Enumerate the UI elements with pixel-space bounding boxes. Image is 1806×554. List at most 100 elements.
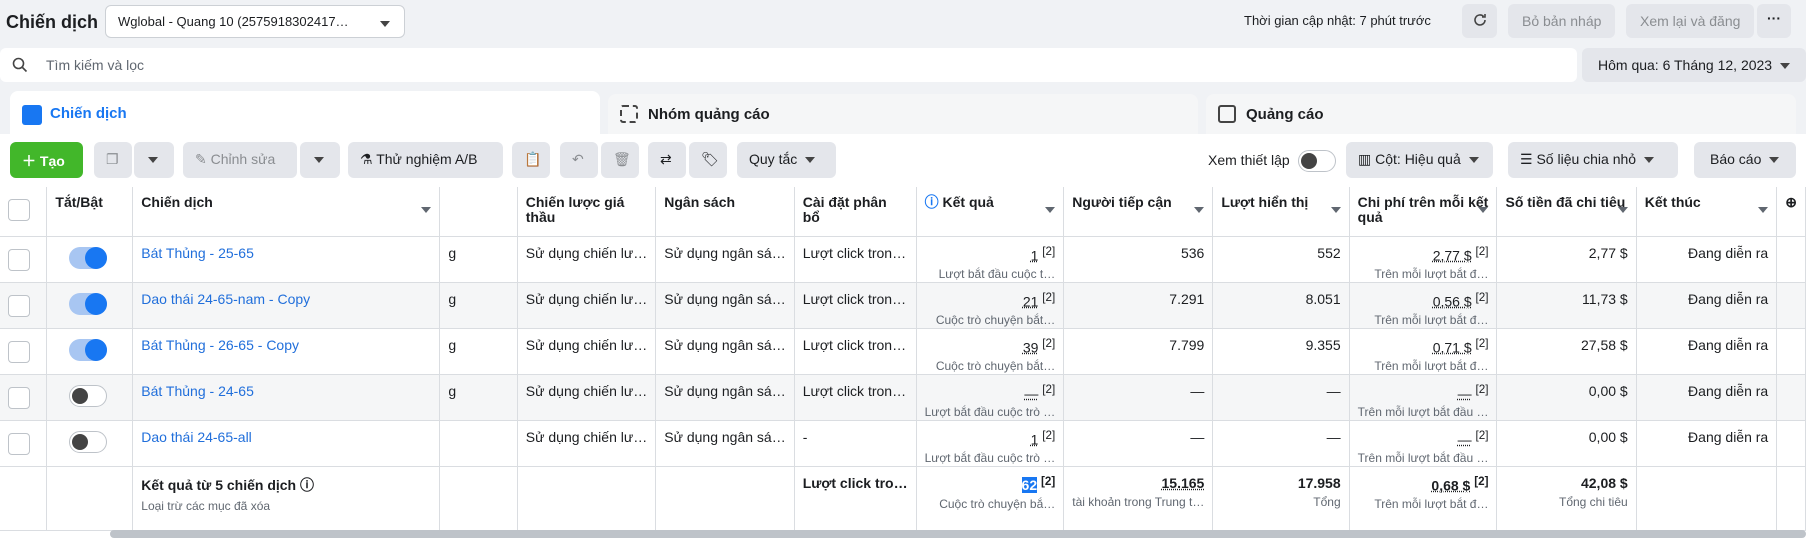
refresh-button[interactable] (1462, 4, 1497, 38)
end-cell: Đang diễn ra (1636, 328, 1778, 375)
campaign-toggle[interactable] (69, 384, 108, 407)
undo-button[interactable]: ↶ (560, 142, 598, 178)
campaign-toggle[interactable] (69, 292, 108, 315)
date-range-picker[interactable]: Hôm qua: 6 Tháng 12, 2023 (1582, 48, 1806, 82)
rules-label: Quy tắc (749, 151, 798, 167)
empty-cell (1776, 420, 1806, 467)
create-button[interactable]: ＋ Tạo (10, 142, 83, 178)
cpr-cell: 0,56 $ [2] Trên mỗi lượt bắt đ… (1349, 282, 1498, 329)
trash-icon: 🗑 (613, 151, 631, 167)
spent-cell: 11,73 $ (1496, 282, 1637, 329)
view-setup-toggle[interactable] (1298, 150, 1336, 172)
totals-reach-sub: tài khoản trong Trung t… (1072, 494, 1205, 509)
col-amount-spent[interactable]: Số tiền đã chi tiêu (1496, 187, 1637, 237)
cpr-value: — (1457, 385, 1472, 402)
col-end[interactable]: Kết thúc (1636, 187, 1778, 237)
search-input[interactable]: Tìm kiếm và lọc (46, 57, 144, 73)
account-selector[interactable]: Wglobal - Quang 10 (2575918302417… (105, 5, 405, 38)
col-attribution[interactable]: Cài đặt phân bổ (794, 187, 917, 237)
row-checkbox[interactable] (8, 248, 30, 271)
bid-strategy-cell: Sử dụng chiến lư… (517, 374, 657, 421)
result-value: 39 (1022, 339, 1039, 356)
cpr-cell: 2,77 $ [2] Trên mỗi lượt bắt đ… (1349, 236, 1498, 283)
tab-ad-sets[interactable]: Nhóm quảng cáo (608, 94, 1198, 134)
row-checkbox[interactable] (8, 340, 30, 363)
footnote: [2] (1042, 290, 1056, 304)
campaign-name-link[interactable]: Dao thái 24-65-all (141, 429, 252, 445)
select-all-checkbox[interactable] (8, 199, 30, 221)
col-results[interactable]: ⓘ Kết quả (916, 187, 1065, 237)
totals-spent: 42,08 $ (1580, 474, 1628, 491)
table-row[interactable]: Dao thái 24-65-nam - Copy g Sử dụng chiến … (0, 282, 1806, 329)
tag-button[interactable]: 🏷 (689, 142, 727, 178)
table-row[interactable]: Bát Thủng - 25-65 g Sử dụng chiến lư… Sử dụ… (0, 236, 1806, 283)
results-cell: 21 [2] Cuộc trò chuyện bắt… (916, 282, 1065, 329)
budget-cell: Sử dụng ngân sá… (655, 282, 795, 329)
table-row[interactable]: Bát Thủng - 24-65 g Sử dụng chiến lư… Sử dụ… (0, 374, 1806, 421)
row-select-cell (0, 236, 48, 283)
campaign-toggle[interactable] (69, 430, 108, 453)
row-checkbox[interactable] (8, 294, 30, 317)
tab-campaigns[interactable]: Chiến dịch (10, 91, 600, 139)
result-value: 1 (1030, 247, 1039, 264)
col-toggle[interactable]: Tắt/Bật (46, 187, 134, 237)
ad-icon (1218, 105, 1236, 123)
discard-draft-button[interactable]: Bỏ bản nháp (1508, 4, 1616, 38)
campaign-name-link[interactable]: Bát Thủng - 26-65 - Copy (141, 337, 299, 353)
results-cell: 1 [2] Lượt bắt đầu cuộc trò … (916, 420, 1065, 467)
breakdown-button[interactable]: ☰ Số liệu chia nhỏ (1508, 142, 1678, 178)
reach-cell: — (1063, 420, 1214, 467)
footnote: [2] (1475, 336, 1489, 350)
footnote: [2] (1042, 336, 1056, 350)
totals-cpr-sub: Trên mỗi lượt bắt đ… (1374, 497, 1489, 512)
row-checkbox[interactable] (8, 432, 30, 455)
campaign-name-link[interactable]: Bát Thủng - 25-65 (141, 245, 254, 261)
campaign-name-cell: Bát Thủng - 26-65 - Copy (132, 328, 441, 375)
duplicate-button[interactable]: ❐ (94, 142, 132, 178)
rules-button[interactable]: Quy tắc (737, 142, 836, 178)
reports-button[interactable]: Báo cáo (1694, 142, 1796, 178)
row-checkbox[interactable] (8, 386, 30, 409)
reach-cell: 536 (1063, 236, 1214, 283)
col-hidden (439, 187, 518, 237)
delete-button[interactable]: 🗑 (601, 142, 639, 178)
footnote: [2] (1042, 428, 1056, 442)
col-cost-per-result[interactable]: Chi phí trên mỗi kết quả (1349, 187, 1498, 237)
campaign-name-link[interactable]: Dao thái 24-65-nam - Copy (141, 291, 310, 307)
campaign-icon (22, 105, 42, 125)
edit-button[interactable]: ✎ Chỉnh sửa (183, 142, 297, 178)
table-row[interactable]: Dao thái 24-65-all Sử dụng chiến lư… Sử dụ… (0, 420, 1806, 467)
col-impressions[interactable]: Lượt hiển thị (1212, 187, 1350, 237)
totals-note: Loại trừ các mục đã xóa (141, 498, 271, 513)
sort-icon (1194, 207, 1205, 213)
col-reach[interactable]: Người tiếp cận (1063, 187, 1214, 237)
review-publish-button[interactable]: Xem lại và đăng (1626, 4, 1755, 38)
campaign-toggle[interactable] (69, 338, 108, 361)
campaign-name-link[interactable]: Bát Thủng - 24-65 (141, 383, 254, 399)
table-row[interactable]: Bát Thủng - 26-65 - Copy g Sử dụng chiến l… (0, 328, 1806, 375)
col-bid-strategy[interactable]: Chiến lược giá thầu (517, 187, 657, 237)
add-column-icon[interactable]: ⊕ (1776, 187, 1806, 237)
columns-button[interactable]: ▥ Cột: Hiệu quả (1346, 142, 1493, 178)
tab-ads[interactable]: Quảng cáo (1206, 94, 1796, 134)
flask-icon: ⚗ (360, 151, 373, 167)
horizontal-scrollbar[interactable] (110, 530, 1806, 538)
edit-menu-button[interactable] (300, 142, 340, 178)
cpr-value: — (1457, 431, 1472, 448)
hidden-col-cell: g (439, 236, 518, 283)
campaign-toggle[interactable] (69, 246, 108, 269)
empty-cell (1776, 236, 1806, 283)
col-label: Lượt hiển thị (1221, 194, 1309, 210)
col-campaign[interactable]: Chiến dịch (132, 187, 441, 237)
duplicate-menu-button[interactable] (134, 142, 174, 178)
ab-test-button[interactable]: ⚗ Thử nghiệm A/B (348, 142, 503, 178)
clipboard-button[interactable]: 📋 (512, 142, 550, 178)
clipboard-icon: 📋 (524, 151, 542, 167)
more-button[interactable]: ··· (1757, 4, 1791, 38)
search-bar[interactable]: Tìm kiếm và lọc (0, 48, 1577, 82)
move-button[interactable]: ⇄ (648, 142, 686, 178)
cpr-sub: Trên mỗi lượt bắt đ… (1374, 313, 1489, 328)
budget-cell: Sử dụng ngân sá… (655, 374, 795, 421)
col-budget[interactable]: Ngân sách (655, 187, 795, 237)
empty-cell (1776, 328, 1806, 375)
